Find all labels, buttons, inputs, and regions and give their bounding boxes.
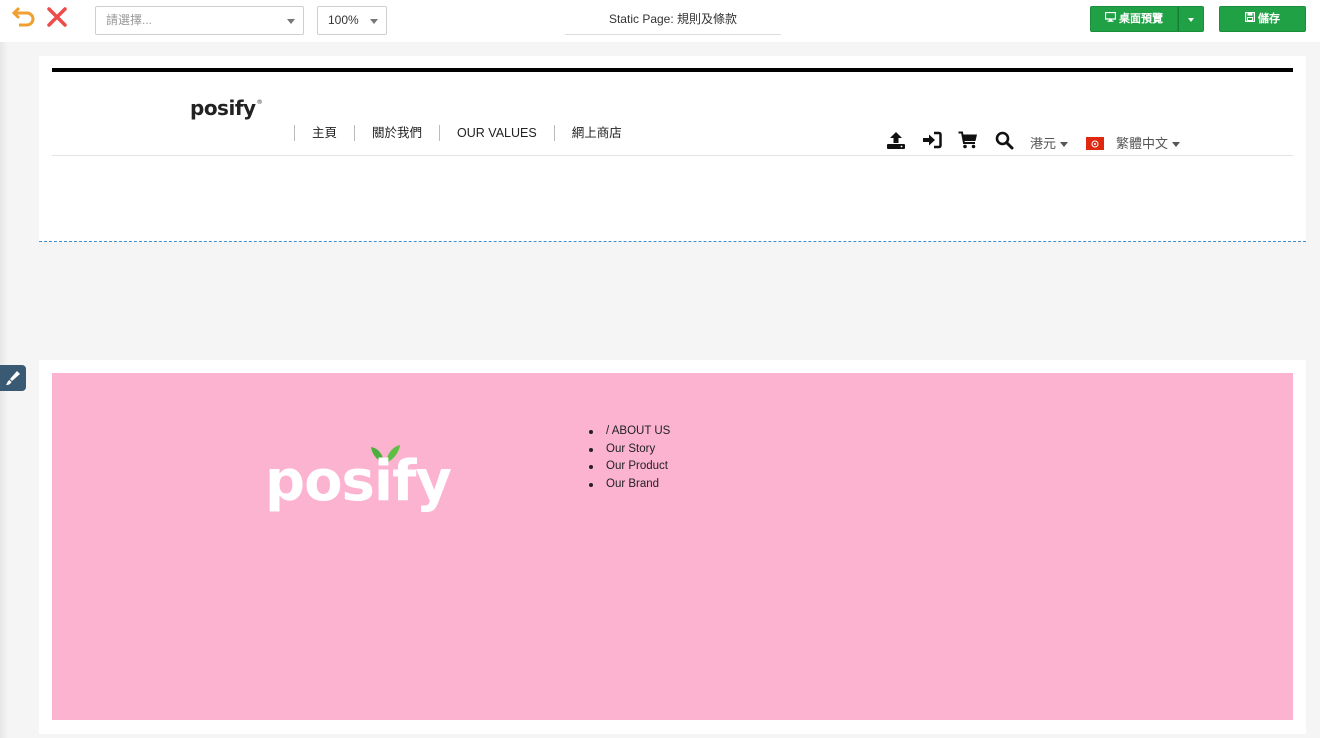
- zoom-select[interactable]: 100%: [317, 6, 387, 35]
- header-logo[interactable]: posify®: [190, 96, 263, 120]
- chevron-down-icon: [1188, 18, 1194, 22]
- desktop-preview-label: 桌面預覽: [1119, 13, 1163, 25]
- chevron-down-icon: [370, 19, 378, 24]
- header-icons: [885, 130, 1029, 150]
- desktop-preview-button[interactable]: 桌面預覽: [1090, 6, 1178, 32]
- page-select[interactable]: 請選擇...: [95, 6, 304, 35]
- search-icon[interactable]: [993, 130, 1015, 150]
- save-label: 儲存: [1258, 13, 1280, 25]
- nav-item-home[interactable]: 主頁: [294, 125, 354, 141]
- upload-icon[interactable]: [885, 130, 907, 150]
- chevron-down-icon: [287, 19, 295, 24]
- footer-link-about-us[interactable]: / ABOUT US: [588, 423, 670, 441]
- chevron-down-icon: [1060, 142, 1069, 148]
- main-nav: 主頁 關於我們 OUR VALUES 網上商店: [294, 124, 639, 142]
- chevron-down-icon: [1172, 142, 1181, 148]
- footer-link-our-product[interactable]: Our Product: [588, 458, 670, 476]
- brush-icon[interactable]: [0, 365, 26, 391]
- undo-icon[interactable]: [11, 6, 37, 30]
- header-section[interactable]: posify® 主頁 關於我們 OUR VALUES 網上商店 港元 繁體中文: [39, 56, 1306, 242]
- nav-item-values[interactable]: OUR VALUES: [439, 125, 554, 141]
- hong-kong-flag-icon[interactable]: [1086, 137, 1104, 150]
- cart-icon[interactable]: [957, 130, 979, 150]
- footer-link-our-brand[interactable]: Our Brand: [588, 476, 670, 494]
- currency-select[interactable]: 港元: [1030, 133, 1069, 152]
- currency-label: 港元: [1030, 136, 1057, 151]
- footer-logo[interactable]: posify: [265, 449, 452, 514]
- zoom-value: 100%: [328, 13, 359, 27]
- language-select[interactable]: 繁體中文: [1116, 133, 1181, 152]
- preview-dropdown-button[interactable]: [1178, 6, 1204, 32]
- sign-in-icon[interactable]: [921, 130, 943, 150]
- editor-toolbar: 請選擇... 100% Static Page: 規則及條款 桌面預覽 儲存: [0, 0, 1320, 42]
- footer-pink-panel: posify / ABOUT US Our Story Our Product …: [52, 373, 1293, 720]
- footer-link-our-story[interactable]: Our Story: [588, 441, 670, 459]
- header-divider: [52, 155, 1293, 156]
- nav-item-shop[interactable]: 網上商店: [553, 125, 639, 141]
- registered-mark: ®: [256, 99, 263, 107]
- header-top-bar: [52, 68, 1293, 72]
- footer-links: / ABOUT US Our Story Our Product Our Bra…: [588, 423, 670, 493]
- page-select-placeholder: 請選擇...: [106, 13, 153, 27]
- nav-item-about[interactable]: 關於我們: [354, 125, 439, 141]
- page-title: Static Page: 規則及條款: [565, 5, 781, 35]
- monitor-icon: [1104, 7, 1117, 31]
- header-logo-text: posify: [190, 96, 256, 120]
- save-button[interactable]: 儲存: [1219, 6, 1306, 32]
- language-label: 繁體中文: [1116, 136, 1169, 151]
- save-icon: [1245, 7, 1256, 31]
- close-icon[interactable]: [45, 6, 71, 30]
